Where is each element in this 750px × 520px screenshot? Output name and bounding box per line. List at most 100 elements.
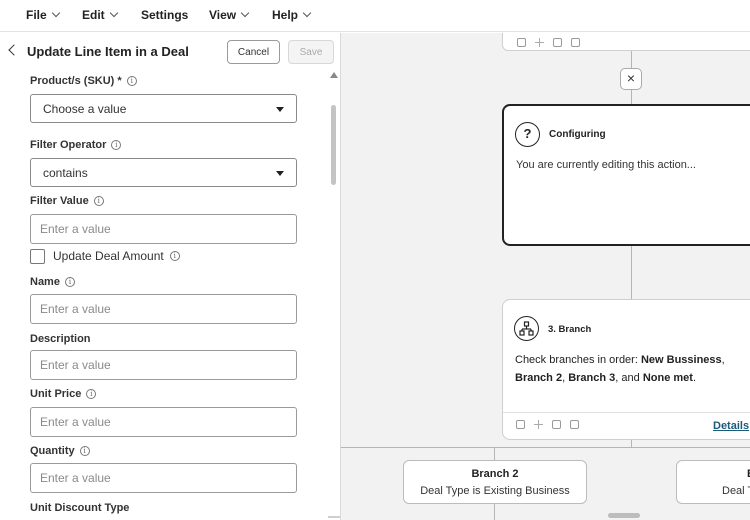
copy-icon[interactable] [517,38,526,47]
move-icon[interactable] [534,420,543,429]
info-icon[interactable]: i [86,389,97,399]
menu-file[interactable]: File [26,8,60,22]
menu-view-label: View [209,8,237,22]
back-icon[interactable] [8,44,20,56]
menu-help-label: Help [272,8,299,22]
info-icon[interactable]: i [64,277,75,287]
unit-price-input[interactable] [30,407,297,437]
action-form: Product/s (SKU) * i Choose a value Filter… [0,69,328,520]
menu-settings-label: Settings [141,8,189,22]
menu-view[interactable]: View [209,8,250,22]
scroll-thumb[interactable] [331,105,336,185]
connector-line [494,504,495,520]
trash-icon[interactable] [570,420,579,429]
menu-edit[interactable]: Edit [82,8,118,22]
filter-value-label-text: Filter Value [30,195,89,207]
scroll-up-arrow-icon[interactable] [330,72,338,78]
chevron-down-icon [109,8,118,18]
caret-down-icon [276,171,284,176]
step-actions [517,38,580,47]
filter-operator-select[interactable]: contains [30,158,297,187]
branch-step-title: 3. Branch [548,324,592,335]
menu-bar: File Edit Settings View Help [0,0,750,32]
configuring-card[interactable]: ? Configuring You are currently editing … [502,104,750,246]
quantity-label: Quantity i [30,445,90,457]
branch-separator: , and [615,372,643,384]
name-input[interactable] [30,294,297,324]
info-icon[interactable]: i [79,446,90,456]
connector-line [341,447,750,448]
menu-edit-label: Edit [82,8,105,22]
move-icon[interactable] [535,38,544,47]
branch-box-next[interactable]: B Deal T [676,460,750,504]
update-deal-amount-label: Update Deal Amount i [53,249,180,263]
branch-name: Branch 2 [515,372,563,384]
menu-settings[interactable]: Settings [141,8,188,22]
branch-icon [514,316,539,341]
unit-discount-type-label-text: Unit Discount Type [30,502,130,514]
previous-step-card[interactable] [502,33,750,51]
save-button[interactable]: Save [288,40,334,64]
filter-value-input[interactable] [30,214,297,244]
branch-name: None met [642,372,693,384]
menu-file-label: File [26,8,47,22]
name-label-text: Name [30,276,60,288]
panel-header: Update Line Item in a Deal Cancel Save [0,33,340,69]
filter-value-label: Filter Value i [30,195,104,207]
card-divider [503,412,750,413]
trash-icon[interactable] [571,38,580,47]
branch-step-card[interactable]: 3. Branch Check branches in order: New B… [502,299,750,440]
clipboard-icon[interactable] [552,420,561,429]
cancel-button[interactable]: Cancel [227,40,280,64]
branch-name: Branch 3 [568,372,616,384]
info-icon[interactable]: i [126,76,137,86]
details-link[interactable]: Details [713,420,749,432]
update-deal-amount-text: Update Deal Amount [53,249,164,263]
clipboard-icon[interactable] [553,38,562,47]
connector-line [631,246,632,299]
update-deal-amount-checkbox[interactable] [30,249,45,264]
unit-price-label: Unit Price i [30,388,97,400]
product-label: Product/s (SKU) * i [30,75,137,87]
name-label: Name i [30,276,75,288]
branch-box-condition: Deal Type is Existing Business [420,485,570,497]
branch-step-description: Check branches in order: New Bussiness, B… [515,351,750,387]
branch-separator: , [721,354,725,366]
workflow-canvas[interactable]: × ? Configuring You are currently editin… [340,33,750,520]
action-editor-panel: Update Line Item in a Deal Cancel Save P… [0,33,340,520]
menu-help[interactable]: Help [272,8,312,22]
quantity-label-text: Quantity [30,445,75,457]
product-select[interactable]: Choose a value [30,94,297,123]
caret-down-icon [276,107,284,112]
panel-scrollbar[interactable] [328,69,340,520]
filter-operator-label-text: Filter Operator [30,139,107,151]
chevron-down-icon [302,8,312,18]
copy-icon[interactable] [516,420,525,429]
canvas-scrollbar-thumb[interactable] [608,513,640,518]
quantity-input[interactable] [30,463,297,493]
info-icon[interactable]: i [93,196,104,206]
unit-discount-type-label: Unit Discount Type [30,502,129,514]
filter-operator-label: Filter Operator i [30,139,122,151]
info-icon[interactable]: i [169,251,180,261]
connector-line [631,90,632,104]
branch-box-title: Branch 2 [471,468,519,480]
close-icon[interactable]: × [620,68,642,90]
branch-box-condition: Deal T [722,485,750,497]
branch-box-branch-2[interactable]: Branch 2 Deal Type is Existing Business [403,460,587,504]
chevron-down-icon [240,8,250,18]
unit-price-label-text: Unit Price [30,388,82,400]
description-input[interactable] [30,350,297,380]
description-label-text: Description [30,333,91,345]
connector-line [494,447,495,460]
connector-line [631,440,632,447]
chevron-down-icon [51,8,60,18]
description-label: Description [30,333,91,345]
configuring-text: You are currently editing this action... [516,159,696,171]
info-icon[interactable]: i [111,140,122,150]
branch-separator: . [692,372,696,384]
product-label-text: Product/s (SKU) * [30,75,122,87]
product-select-value: Choose a value [43,102,127,116]
connector-line [631,51,632,68]
scroll-track-end [328,516,340,518]
